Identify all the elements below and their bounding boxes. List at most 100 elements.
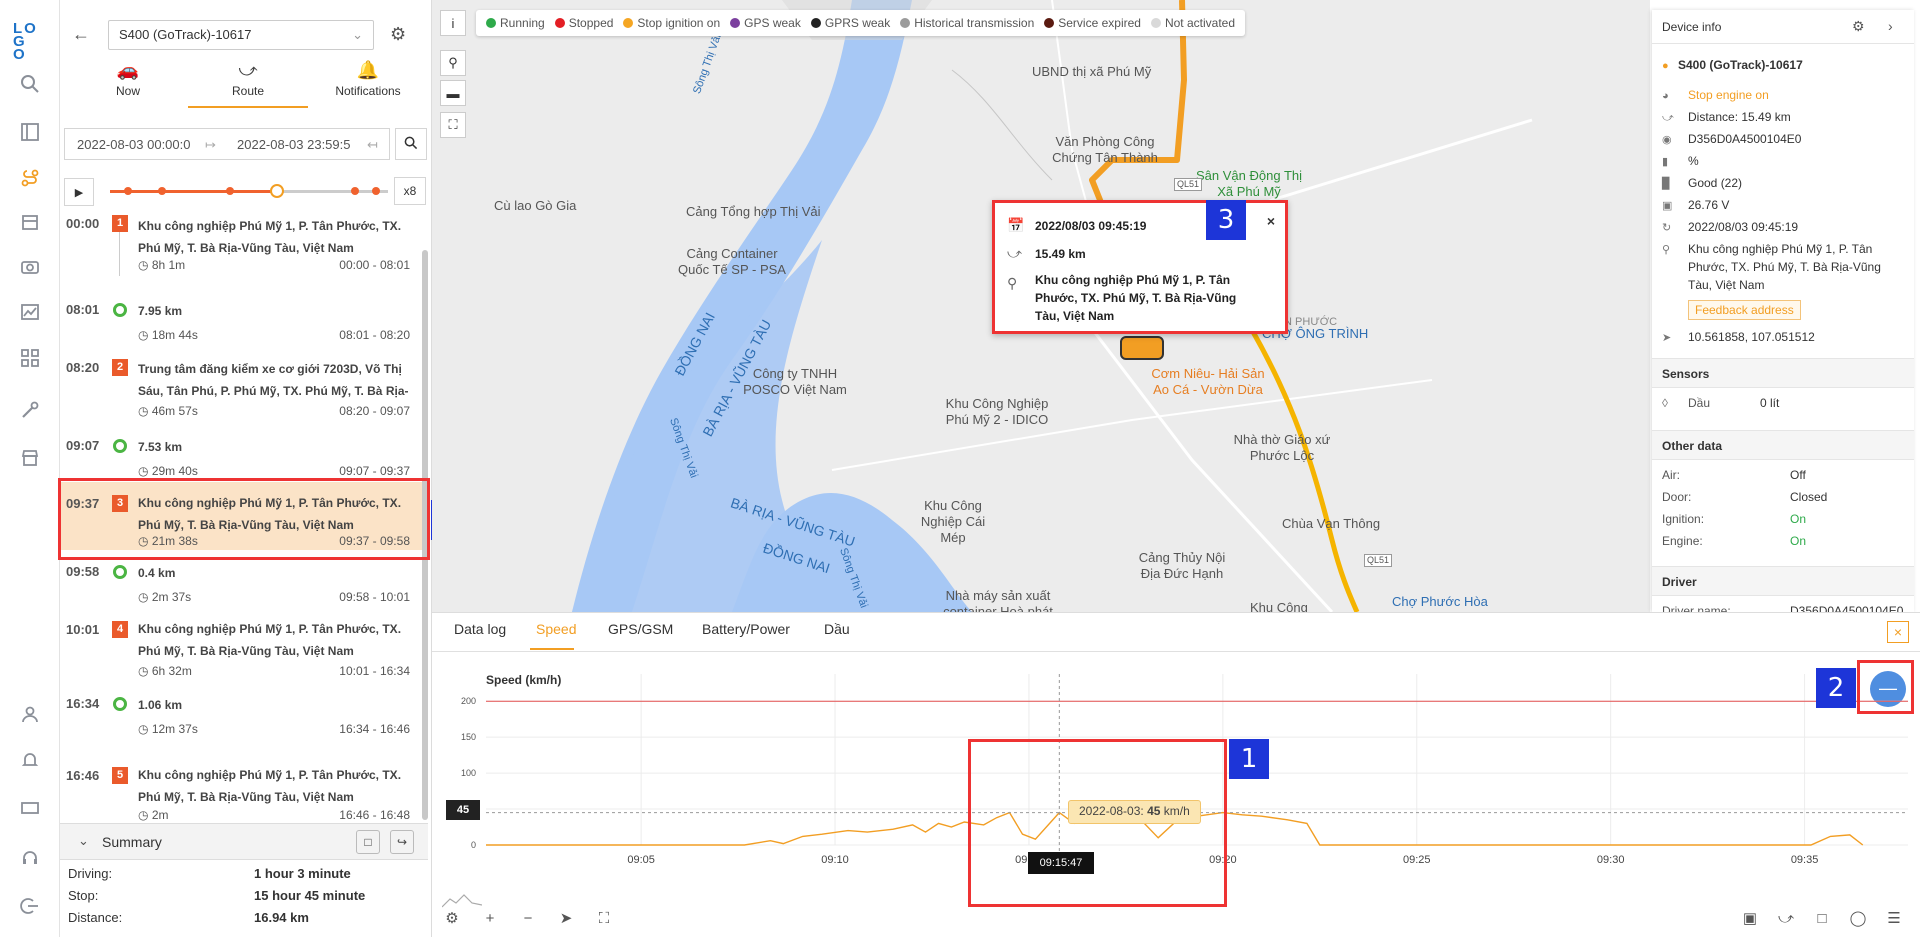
- slider-handle[interactable]: [270, 184, 284, 198]
- user-icon[interactable]: [14, 698, 46, 730]
- x-tick-label: 09:25: [1403, 854, 1431, 866]
- list-item[interactable]: 16:46 5 Khu công nghiệp Phú Mỹ 1, P. Tân…: [60, 746, 424, 822]
- timeline-line: [119, 232, 120, 276]
- status-dot: [623, 18, 634, 28]
- annotation-label-2: 2: [1816, 668, 1856, 708]
- search-icon[interactable]: [14, 68, 46, 100]
- list-item[interactable]: 00:00 1 Khu công nghiệp Phú Mỹ 1, P. Tân…: [60, 210, 424, 278]
- close-chart-button[interactable]: ×: [1887, 621, 1909, 643]
- status-dot: [810, 18, 821, 28]
- grid-icon[interactable]: [14, 342, 46, 374]
- tab-battery-power[interactable]: Battery/Power: [702, 621, 790, 637]
- stop-badge: 2: [112, 359, 128, 376]
- list-item[interactable]: 08:20 2 Trung tâm đăng kiểm xe cơ giới 7…: [60, 346, 424, 418]
- speed-multiplier[interactable]: x8: [394, 177, 426, 205]
- popup-distance: 15.49 km: [1035, 247, 1086, 261]
- plus-icon[interactable]: +: [478, 906, 502, 930]
- navigation-icon[interactable]: ➤: [554, 906, 578, 930]
- tab-speed[interactable]: Speed: [536, 621, 576, 637]
- arrow-left-icon: ↤: [367, 137, 378, 152]
- camera-icon[interactable]: [14, 250, 46, 282]
- tab-notifications[interactable]: 🔔 Notifications: [308, 60, 428, 110]
- trip-duration: ◷ 29m 40s: [138, 464, 198, 478]
- minus-icon[interactable]: −: [516, 906, 540, 930]
- chevron-down-icon: ⌄: [78, 833, 89, 848]
- list-item[interactable]: 16:34 1.06 km ◷ 12m 37s 16:34 - 16:46: [60, 686, 424, 746]
- route-icon[interactable]: [14, 162, 46, 194]
- sensor-value: 0 lít: [1760, 396, 1780, 410]
- map-label: Cù lao Gò Gia: [494, 198, 577, 213]
- date-to[interactable]: 2022-08-03 23:59:5: [237, 137, 359, 152]
- map-label: Cảng Thủy Nội Địa Đức Hạnh: [1138, 550, 1226, 581]
- device-imei: D356D0A4500104E0: [1688, 132, 1802, 146]
- feedback-address-button[interactable]: Feedback address: [1688, 300, 1801, 320]
- bell-icon: 🔔: [356, 60, 380, 80]
- tab-now[interactable]: 🚗 Now: [68, 60, 188, 110]
- status-dot: [1150, 18, 1161, 28]
- route-icon[interactable]: ⤻: [1774, 906, 1798, 930]
- app-logo[interactable]: LOGO: [13, 20, 47, 63]
- y-tick-label: 150: [461, 732, 476, 742]
- trip-duration-value: 29m 40s: [151, 464, 198, 478]
- expand-button[interactable]: □: [356, 830, 380, 854]
- legend-stopped: Stopped: [554, 16, 613, 30]
- date-range-picker[interactable]: 2022-08-03 00:00:0 ↦ 2022-08-03 23:59:5 …: [64, 128, 390, 160]
- chat-icon[interactable]: ◯: [1846, 906, 1870, 930]
- trip-duration-value: 46m 57s: [151, 404, 198, 418]
- date-from[interactable]: 2022-08-03 00:00:0: [77, 137, 197, 152]
- back-icon[interactable]: ←: [72, 24, 90, 45]
- headset-icon[interactable]: [14, 842, 46, 874]
- list-item[interactable]: 10:01 4 Khu công nghiệp Phú Mỹ 1, P. Tân…: [60, 608, 424, 680]
- tab-now-label: Now: [115, 84, 140, 98]
- bell-icon[interactable]: [14, 744, 46, 776]
- list-item[interactable]: 09:07 7.53 km ◷ 29m 40s 09:07 - 09:37: [60, 428, 424, 482]
- left-nav: LOGO: [0, 0, 60, 937]
- panel-icon[interactable]: [14, 116, 46, 148]
- annotation-label-1: 1: [1229, 739, 1269, 779]
- shop-icon[interactable]: [14, 442, 46, 474]
- moving-dot: [113, 697, 127, 711]
- chart-icon[interactable]: [14, 296, 46, 328]
- ticket-icon[interactable]: [14, 792, 46, 824]
- gear-icon[interactable]: ⚙: [440, 906, 464, 930]
- list-item[interactable]: 09:58 0.4 km ◷ 2m 37s 09:58 - 10:01: [60, 554, 424, 608]
- store-icon[interactable]: [14, 206, 46, 238]
- export-button[interactable]: ↪: [390, 830, 414, 854]
- map-search-button[interactable]: ⚲: [440, 50, 466, 76]
- other-key: Ignition:: [1662, 512, 1705, 526]
- tools-icon[interactable]: [14, 394, 46, 426]
- info-button[interactable]: i: [440, 10, 466, 36]
- device-select[interactable]: S400 (GoTrack)-10617 ⌄: [108, 20, 374, 50]
- summary-driving-value: 1 hour 3 minute: [254, 866, 351, 881]
- close-icon[interactable]: ×: [1267, 213, 1275, 229]
- device-distance: Distance: 15.49 km: [1688, 110, 1791, 124]
- search-button[interactable]: [395, 128, 427, 160]
- fullscreen-icon[interactable]: ⛶: [592, 906, 616, 930]
- tab-route[interactable]: ⤻ Route: [188, 60, 308, 110]
- summary-header[interactable]: ⌄ Summary □ ↪: [60, 824, 428, 860]
- active-tab-indicator: [188, 106, 308, 108]
- map-label: Khu Công: [1250, 600, 1308, 612]
- tab-data-log[interactable]: Data log: [454, 621, 506, 637]
- chevron-right-icon[interactable]: ›: [1888, 18, 1893, 34]
- navigation-icon: ➤: [1662, 332, 1672, 344]
- trip-duration: ◷ 6h 32m: [138, 664, 192, 678]
- gear-icon[interactable]: ⚙: [1852, 18, 1865, 35]
- speed-multiplier-value: x8: [403, 184, 417, 198]
- logo-text: LOGO: [13, 20, 38, 63]
- frame-icon[interactable]: □: [1810, 906, 1834, 930]
- logout-icon[interactable]: [14, 890, 46, 922]
- layers-icon[interactable]: ☰: [1882, 906, 1906, 930]
- tab-gps-gsm[interactable]: GPS/GSM: [608, 621, 673, 637]
- gear-icon[interactable]: ⚙: [390, 24, 406, 45]
- list-item[interactable]: 08:01 7.95 km ◷ 18m 44s 08:01 - 08:20: [60, 278, 424, 346]
- map-label: Cơm Niêu- Hải Sản Ao Cá - Vườn Dừa: [1151, 366, 1265, 397]
- fullscreen-button[interactable]: ⛶: [440, 112, 466, 138]
- vehicle-marker[interactable]: [1120, 336, 1164, 360]
- tab-fuel[interactable]: Dầu: [824, 621, 850, 637]
- device-status: Stop engine on: [1688, 88, 1769, 102]
- play-button[interactable]: ▶: [64, 178, 94, 206]
- ruler-button[interactable]: ▬: [440, 80, 466, 106]
- locate-icon[interactable]: ▣: [1738, 906, 1762, 930]
- device-name: S400 (GoTrack)-10617: [1678, 58, 1803, 72]
